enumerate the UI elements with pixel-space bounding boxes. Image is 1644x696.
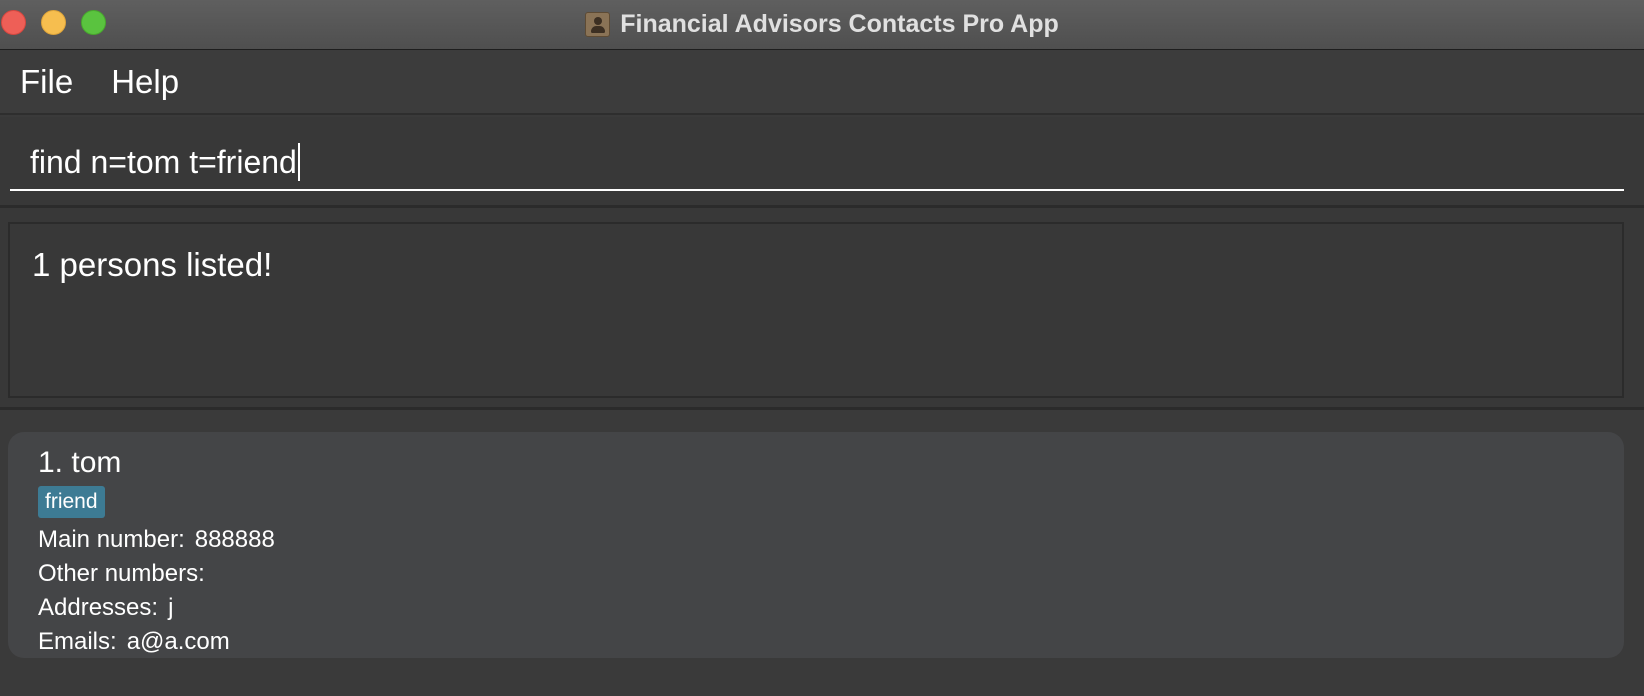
person-card[interactable]: 1. tom friend Main number: 888888 Other n… [8, 432, 1624, 658]
person-list[interactable]: 1. tom friend Main number: 888888 Other n… [0, 412, 1644, 696]
result-display[interactable]: 1 persons listed! [8, 222, 1624, 398]
other-numbers-label: Other numbers: [38, 560, 205, 587]
contacts-book-icon [585, 11, 611, 37]
other-numbers-row: Other numbers: [38, 560, 215, 588]
main-number-row: Main number: 888888 [38, 526, 275, 554]
menu-help[interactable]: Help [111, 63, 179, 101]
menu-bar: File Help [0, 50, 1644, 115]
main-number-value: 888888 [194, 526, 275, 553]
addresses-row: Addresses: j [38, 594, 173, 622]
result-message: 1 persons listed! [32, 246, 273, 283]
text-caret [297, 143, 300, 181]
person-name: 1. tom [38, 446, 122, 479]
command-input[interactable]: find n=tom t=friend [10, 135, 1624, 191]
emails-value: a@a.com [126, 628, 230, 655]
addresses-label: Addresses: [38, 594, 159, 621]
command-box: find n=tom t=friend [0, 117, 1644, 208]
title-bar: Financial Advisors Contacts Pro App [0, 0, 1644, 50]
result-display-panel: 1 persons listed! [0, 208, 1644, 410]
addresses-value: j [168, 594, 174, 621]
title-wrap: Financial Advisors Contacts Pro App [0, 0, 1644, 48]
main-number-label: Main number: [38, 526, 185, 553]
tag-label: friend [38, 486, 105, 518]
window-title: Financial Advisors Contacts Pro App [620, 9, 1059, 38]
menu-file[interactable]: File [20, 63, 73, 101]
command-text: find n=tom t=friend [30, 143, 297, 180]
emails-label: Emails: [38, 628, 117, 655]
emails-row: Emails: a@a.com [38, 628, 230, 656]
